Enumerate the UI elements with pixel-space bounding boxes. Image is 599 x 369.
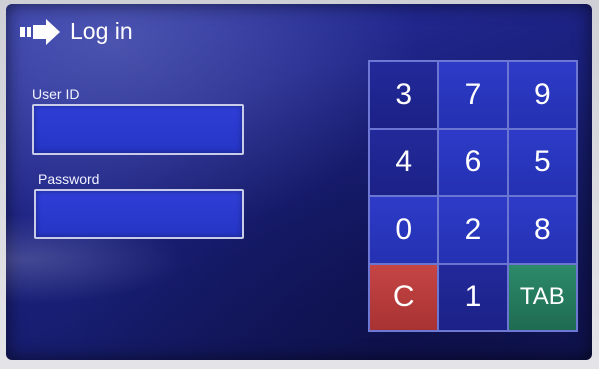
key-1[interactable]: 1 [438, 263, 508, 331]
password-label: Password [38, 171, 100, 187]
key-0[interactable]: 0 [369, 196, 439, 264]
password-field[interactable] [34, 189, 244, 239]
tab-key[interactable]: TAB [507, 263, 577, 331]
key-8[interactable]: 8 [507, 196, 577, 264]
key-9[interactable]: 9 [507, 61, 577, 129]
numeric-keypad: 3 7 9 4 6 5 0 2 8 C 1 TAB [368, 60, 578, 332]
clear-key[interactable]: C [369, 263, 439, 331]
key-3[interactable]: 3 [369, 61, 439, 129]
key-6[interactable]: 6 [438, 128, 508, 196]
user-id-label: User ID [32, 86, 80, 102]
page-title: Log in [70, 18, 133, 44]
key-4[interactable]: 4 [369, 128, 439, 196]
key-5[interactable]: 5 [507, 128, 577, 196]
key-7[interactable]: 7 [438, 61, 508, 129]
user-id-field[interactable] [32, 104, 244, 155]
key-2[interactable]: 2 [438, 196, 508, 264]
header: Log in [20, 18, 133, 45]
arrow-right-icon [20, 18, 60, 45]
login-screen: Log in User ID Password 3 7 9 4 6 5 0 2 8 C 1 TAB [6, 4, 592, 360]
